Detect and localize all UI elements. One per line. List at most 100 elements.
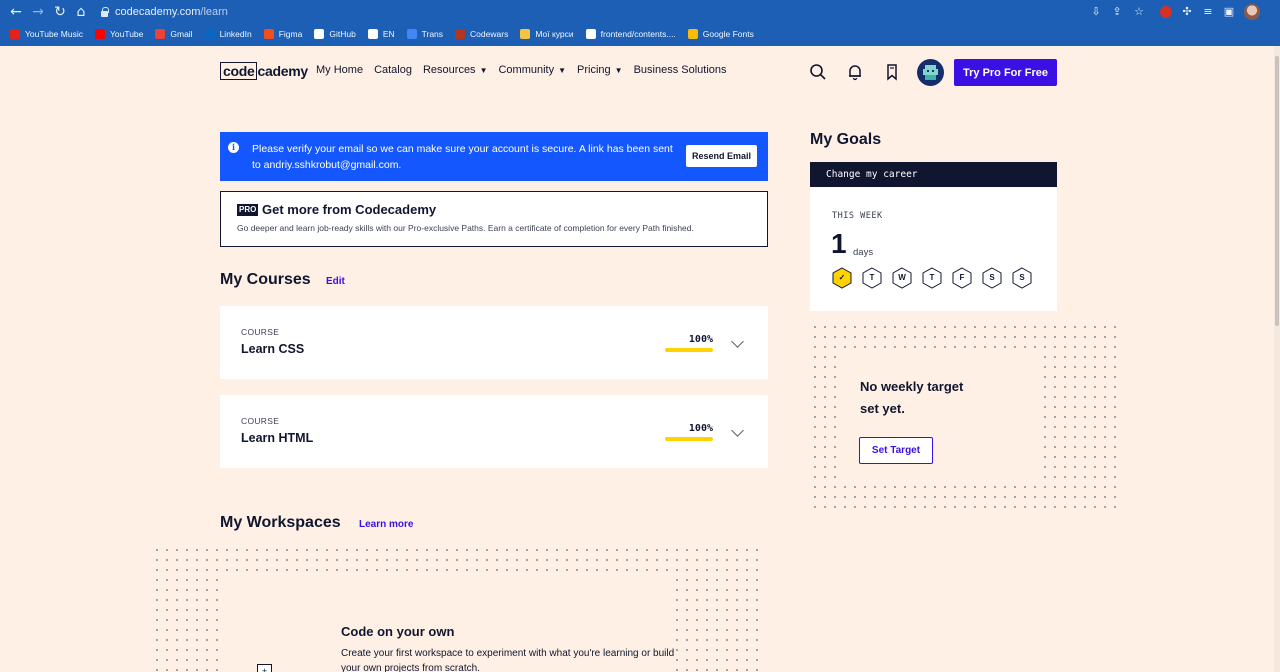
promo-title: Get more from Codecademy <box>262 202 437 217</box>
reading-list-icon[interactable]: ≡ <box>1201 5 1215 19</box>
nav-item-label: Catalog <box>374 64 412 76</box>
user-avatar[interactable] <box>917 59 944 86</box>
course-name: Learn HTML <box>241 431 314 445</box>
bookmark-item[interactable]: Trans <box>406 29 443 39</box>
no-target-text: No weekly target set yet. <box>860 376 963 420</box>
share-icon[interactable]: ⇪ <box>1110 5 1124 19</box>
forward-icon[interactable]: → <box>30 4 46 20</box>
puzzle-icon[interactable]: ✣ <box>1180 5 1194 19</box>
reload-icon[interactable]: ↻ <box>52 4 68 20</box>
nav-item-label: Business Solutions <box>633 64 727 76</box>
bookmark-label: frontend/contents.... <box>600 29 676 39</box>
set-target-button[interactable]: Set Target <box>859 437 933 464</box>
bookmark-label: Figma <box>278 29 303 39</box>
day-letter: W <box>898 273 906 282</box>
bookmark-icon[interactable] <box>883 63 901 81</box>
course-card[interactable]: COURSE Learn HTML 100% <box>220 395 768 468</box>
extension-icon[interactable] <box>1160 6 1172 18</box>
profile-avatar[interactable] <box>1244 4 1260 20</box>
address-bar[interactable]: codecademy.com/learn <box>100 4 228 20</box>
scrollbar-thumb[interactable] <box>1275 56 1279 326</box>
edit-courses-link[interactable]: Edit <box>326 276 345 287</box>
nav-item-label: Community <box>498 64 555 76</box>
nav-item-catalog[interactable]: Catalog <box>374 64 412 76</box>
bookmark-favicon-icon <box>406 29 417 39</box>
bookmark-item[interactable]: YouTube <box>94 29 143 39</box>
bookmark-item[interactable]: LinkedIn <box>204 29 252 39</box>
resend-email-button[interactable]: Resend Email <box>686 145 757 167</box>
bookmark-favicon-icon <box>204 29 215 39</box>
learn-more-link[interactable]: Learn more <box>359 519 413 530</box>
caret-down-icon: ▼ <box>558 65 567 75</box>
nav-item-pricing[interactable]: Pricing ▼ <box>577 64 623 76</box>
bookmark-label: LinkedIn <box>219 29 252 39</box>
bookmark-item[interactable]: EN <box>367 29 395 39</box>
day-letter: F <box>959 273 965 282</box>
bookmark-item[interactable]: Gmail <box>155 29 193 39</box>
star-icon[interactable]: ☆ <box>1132 5 1146 19</box>
page-scrollbar[interactable] <box>1274 46 1280 672</box>
plus-icon[interactable]: + <box>257 664 272 672</box>
chevron-down-icon[interactable] <box>731 424 744 437</box>
bookmark-item[interactable]: YouTube Music <box>10 29 83 39</box>
bookmark-item[interactable]: Google Fonts <box>687 29 754 39</box>
home-icon[interactable]: ⌂ <box>73 4 89 20</box>
codecademy-logo[interactable]: code cademy <box>220 61 308 81</box>
my-goals-heading: My Goals <box>810 131 882 148</box>
day-letter: S <box>989 273 995 282</box>
no-target-line-2: set yet. <box>860 401 905 416</box>
nav-item-resources[interactable]: Resources ▼ <box>423 64 488 76</box>
nav-item-community[interactable]: Community ▼ <box>498 64 566 76</box>
nav-item-business-solutions[interactable]: Business Solutions <box>634 64 727 76</box>
bookmark-favicon-icon <box>520 29 531 39</box>
weekly-progress-card: THIS WEEK 1 days ✓ T W T F S S <box>810 187 1057 311</box>
bookmark-label: Gmail <box>170 29 193 39</box>
day-letter: S <box>1019 273 1025 282</box>
pro-promo-card[interactable]: PRO Get more from Codecademy Go deeper a… <box>220 191 768 247</box>
bookmark-item[interactable]: Мої курси <box>520 29 574 39</box>
bookmark-favicon-icon <box>314 29 325 39</box>
search-icon[interactable] <box>809 63 827 81</box>
course-eyebrow: COURSE <box>241 416 280 426</box>
chevron-down-icon[interactable] <box>731 335 744 348</box>
bookmark-label: Google Fonts <box>702 29 754 39</box>
bell-icon[interactable] <box>846 63 864 81</box>
promo-description: Go deeper and learn job-ready skills wit… <box>237 223 694 233</box>
day-hex: W <box>892 267 912 289</box>
alert-message: Please verify your email so we can make … <box>252 143 673 171</box>
back-icon[interactable]: ← <box>8 4 24 20</box>
bookmark-item[interactable]: Figma <box>263 29 303 39</box>
my-workspaces-heading: My Workspaces <box>220 514 341 531</box>
bookmarks-bar: YouTube Music YouTube Gmail LinkedIn Figma Gi… <box>0 24 1280 44</box>
day-hex: T <box>862 267 882 289</box>
logo-text: cademy <box>257 63 308 79</box>
verify-email-alert: i Please verify your email so we can mak… <box>220 132 768 181</box>
bookmark-favicon-icon <box>687 29 698 39</box>
check-icon: ✓ <box>838 273 846 282</box>
browser-chrome: ← → ↻ ⌂ codecademy.com/learn ⇩ ⇪ ☆ ✣ ≡ ▣… <box>0 0 1280 46</box>
nav-item-label: My Home <box>316 64 364 76</box>
bookmark-item[interactable]: frontend/contents.... <box>585 29 676 39</box>
course-card[interactable]: COURSE Learn CSS 100% <box>220 306 768 379</box>
course-eyebrow: COURSE <box>241 327 280 337</box>
bookmark-favicon-icon <box>367 29 378 39</box>
install-icon[interactable]: ⇩ <box>1089 5 1103 19</box>
bookmark-label: Codewars <box>470 29 509 39</box>
bookmark-label: GitHub <box>329 29 356 39</box>
pro-badge: PRO <box>237 204 259 216</box>
main-nav: My Home Catalog Resources ▼ Community ▼ Pricin… <box>316 64 727 76</box>
side-panel-icon[interactable]: ▣ <box>1222 5 1236 19</box>
bookmark-favicon-icon <box>94 29 105 39</box>
bookmark-favicon-icon <box>455 29 466 39</box>
day-hex: S <box>982 267 1002 289</box>
try-pro-button[interactable]: Try Pro For Free <box>954 59 1057 86</box>
no-target-line-1: No weekly target <box>860 379 964 394</box>
bookmark-item[interactable]: Codewars <box>455 29 508 39</box>
day-completed-hex: ✓ <box>832 267 852 289</box>
nav-item-my-home[interactable]: My Home <box>316 64 363 76</box>
course-progress-bar <box>665 437 713 441</box>
caret-down-icon: ▼ <box>614 65 623 75</box>
lock-icon <box>100 7 109 17</box>
bookmark-item[interactable]: GitHub <box>314 29 356 39</box>
course-progress-text: 100% <box>688 423 713 434</box>
